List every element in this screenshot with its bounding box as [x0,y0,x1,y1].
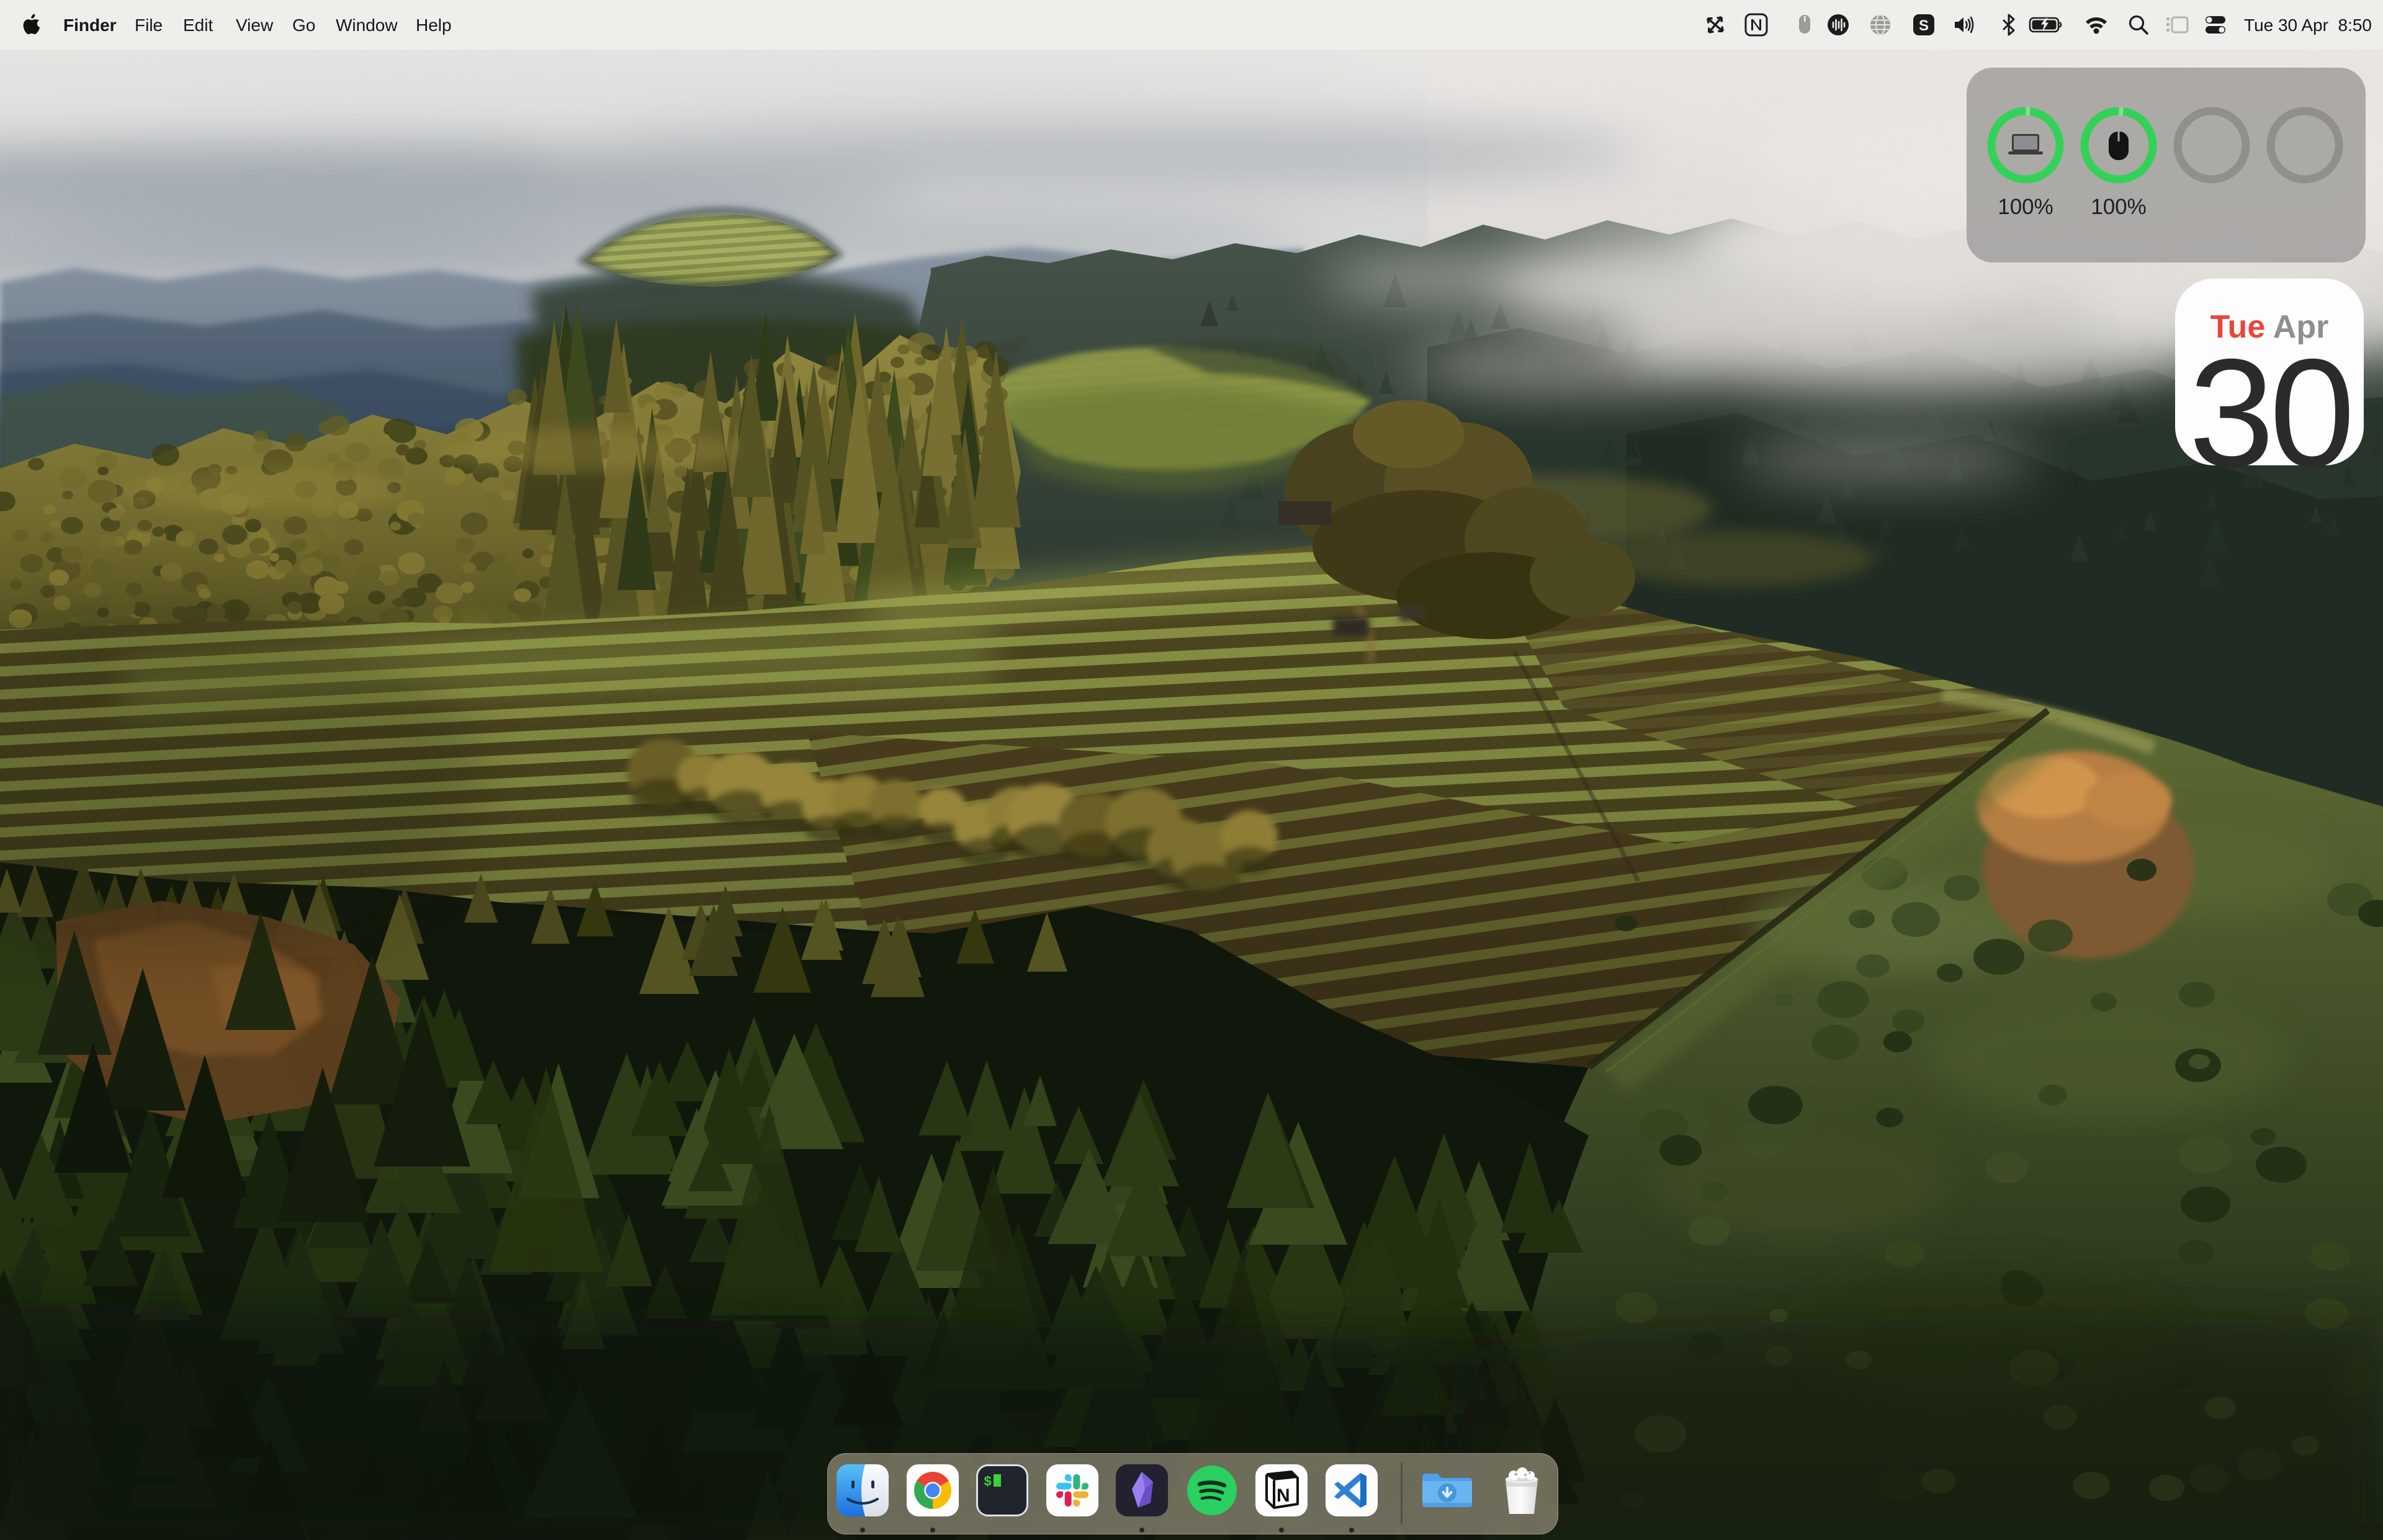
svg-text:S: S [1919,17,1929,34]
svg-text:$: $ [984,1474,992,1490]
svg-text:N: N [1277,1485,1290,1506]
